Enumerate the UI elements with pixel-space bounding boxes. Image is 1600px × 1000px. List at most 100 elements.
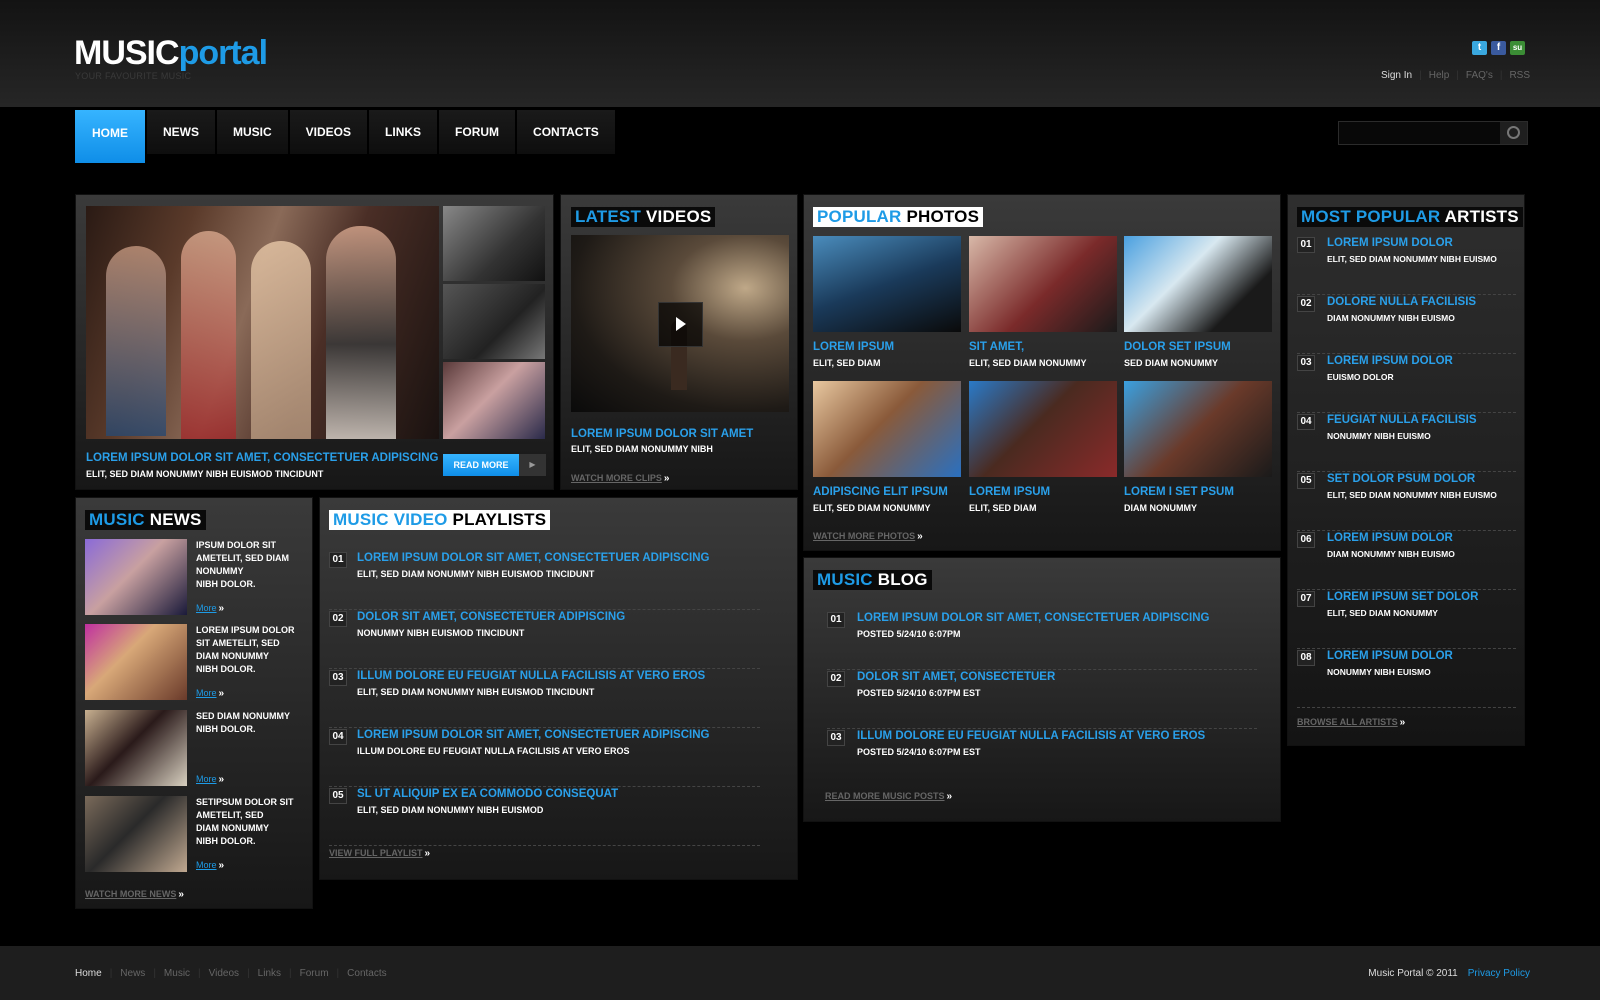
footer-forum-link[interactable]: Forum xyxy=(300,968,329,979)
news-more-link[interactable]: More xyxy=(196,688,217,698)
nav-forum[interactable]: FORUM xyxy=(439,110,518,154)
rss-link[interactable]: RSS xyxy=(1509,70,1530,81)
playlist-sub: ELIT, SED DIAM NONUMMY NIBH EUISMOD xyxy=(357,805,544,815)
search-input[interactable] xyxy=(1339,122,1502,144)
faq-link[interactable]: FAQ's xyxy=(1466,70,1493,81)
artist-title[interactable]: LOREM IPSUM DOLOR xyxy=(1327,237,1453,249)
watch-more-clips-link[interactable]: WATCH MORE CLIPS xyxy=(571,473,662,483)
featured-title[interactable]: LOREM IPSUM DOLOR SIT AMET, CONSECTETUER… xyxy=(86,452,438,464)
browse-all-artists-link[interactable]: BROWSE ALL ARTISTS xyxy=(1297,717,1398,727)
photo-4-sub: ELIT, SED DIAM NONUMMY xyxy=(813,503,931,513)
playlist-item[interactable]: 02 DOLOR SIT AMET, CONSECTETUER ADIPISCI… xyxy=(329,611,760,669)
news-more-link[interactable]: More xyxy=(196,774,217,784)
playlist-item[interactable]: 01 LOREM IPSUM DOLOR SIT AMET, CONSECTETU… xyxy=(329,552,760,610)
artist-title[interactable]: SET DOLOR PSUM DOLOR xyxy=(1327,473,1475,485)
photo-2[interactable] xyxy=(969,236,1117,332)
nav-news[interactable]: NEWS xyxy=(147,110,217,154)
blog-item[interactable]: 02 DOLOR SIT AMET, CONSECTETUER POSTED 5/2… xyxy=(827,671,1257,729)
artist-item[interactable]: 06 LOREM IPSUM DOLOR DIAM NONUMMY NIBH EU… xyxy=(1297,531,1516,590)
video-player[interactable] xyxy=(571,235,789,412)
news-more-link[interactable]: More xyxy=(196,860,217,870)
blog-list: 01 LOREM IPSUM DOLOR SIT AMET, CONSECTETU… xyxy=(827,612,1257,788)
playlist-item[interactable]: 04 LOREM IPSUM DOLOR SIT AMET, CONSECTETU… xyxy=(329,729,760,787)
help-link[interactable]: Help xyxy=(1429,70,1450,81)
nav-home[interactable]: HOME xyxy=(75,110,147,163)
blog-title[interactable]: ILLUM DOLORE EU FEUGIAT NULLA FACILISIS … xyxy=(857,730,1205,742)
news-photo-4[interactable] xyxy=(85,796,187,872)
photo-5-title[interactable]: LOREM IPSUM xyxy=(969,486,1050,498)
nav-music[interactable]: MUSIC xyxy=(217,110,290,154)
read-more-button[interactable]: READ MORE ▶ xyxy=(443,454,546,476)
video-subtitle: ELIT, SED DIAM NONUMMY NIBH xyxy=(571,444,713,454)
playlist-title[interactable]: LOREM IPSUM DOLOR SIT AMET, CONSECTETUER… xyxy=(357,729,709,741)
playlist-title[interactable]: DOLOR SIT AMET, CONSECTETUER ADIPISCING xyxy=(357,611,625,623)
top-links: Sign In | Help | FAQ's | RSS xyxy=(1380,70,1530,81)
artist-title[interactable]: LOREM IPSUM DOLOR xyxy=(1327,355,1453,367)
artist-title[interactable]: DOLORE NULLA FACILISIS xyxy=(1327,296,1476,308)
watch-more-photos-link[interactable]: WATCH MORE PHOTOS xyxy=(813,531,915,541)
nav-videos[interactable]: VIDEOS xyxy=(289,110,370,154)
playlists-panel: MUSIC VIDEO PLAYLISTS 01 LOREM IPSUM DOLO… xyxy=(319,497,798,880)
logo[interactable]: MUSICportal xyxy=(74,36,268,70)
photo-4-title[interactable]: ADIPISCING ELIT IPSUM xyxy=(813,486,948,498)
news-photo-1[interactable] xyxy=(85,539,187,615)
thumb-band-color[interactable] xyxy=(443,362,545,439)
photo-6[interactable] xyxy=(1124,381,1272,477)
artist-sub: NONUMMY NIBH EUISMO xyxy=(1327,667,1431,677)
artist-title[interactable]: LOREM IPSUM SET DOLOR xyxy=(1327,591,1478,603)
blog-title[interactable]: LOREM IPSUM DOLOR SIT AMET, CONSECTETUER… xyxy=(857,612,1209,624)
news-more-link[interactable]: More xyxy=(196,603,217,613)
footer-contacts-link[interactable]: Contacts xyxy=(347,968,386,979)
sign-in-link[interactable]: Sign In xyxy=(1381,70,1412,81)
privacy-policy-link[interactable]: Privacy Policy xyxy=(1468,968,1530,979)
artist-title[interactable]: LOREM IPSUM DOLOR xyxy=(1327,650,1453,662)
read-more-posts-link[interactable]: READ MORE MUSIC POSTS xyxy=(825,791,945,801)
nav-links[interactable]: LINKS xyxy=(369,110,440,154)
search-icon[interactable] xyxy=(1500,122,1527,144)
footer-music-link[interactable]: Music xyxy=(164,968,190,979)
photo-3-title[interactable]: DOLOR SET IPSUM xyxy=(1124,341,1231,353)
photo-2-title[interactable]: SIT AMET, xyxy=(969,341,1024,353)
artist-item[interactable]: 03 LOREM IPSUM DOLOR EUISMO DOLOR xyxy=(1297,354,1516,413)
photo-3[interactable] xyxy=(1124,236,1272,332)
video-title[interactable]: LOREM IPSUM DOLOR SIT AMET xyxy=(571,428,753,440)
thumb-band-group[interactable] xyxy=(443,284,545,359)
artist-item[interactable]: 04 FEUGIAT NULLA FACILISIS NONUMMY NIBH EU… xyxy=(1297,413,1516,472)
facebook-icon[interactable]: f xyxy=(1491,41,1506,55)
artist-item[interactable]: 02 DOLORE NULLA FACILISIS DIAM NONUMMY NI… xyxy=(1297,295,1516,354)
artist-title[interactable]: FEUGIAT NULLA FACILISIS xyxy=(1327,414,1477,426)
artist-sub: ELIT, SED DIAM NONUMMY xyxy=(1327,608,1438,618)
footer-links-link[interactable]: Links xyxy=(258,968,281,979)
stumbleupon-icon[interactable]: su xyxy=(1510,41,1525,55)
playlist-title[interactable]: LOREM IPSUM DOLOR SIT AMET, CONSECTETUER… xyxy=(357,552,709,564)
artist-sub: DIAM NONUMMY NIBH EUISMO xyxy=(1327,549,1455,559)
blog-title[interactable]: DOLOR SIT AMET, CONSECTETUER xyxy=(857,671,1055,683)
playlist-title[interactable]: ILLUM DOLORE EU FEUGIAT NULLA FACILISIS … xyxy=(357,670,705,682)
playlist-item[interactable]: 03 ILLUM DOLORE EU FEUGIAT NULLA FACILISI… xyxy=(329,670,760,728)
artist-item[interactable]: 05 SET DOLOR PSUM DOLOR ELIT, SED DIAM NON… xyxy=(1297,472,1516,531)
photo-6-title[interactable]: LOREM I SET PSUM xyxy=(1124,486,1234,498)
blog-item[interactable]: 03 ILLUM DOLORE EU FEUGIAT NULLA FACILISI… xyxy=(827,730,1257,788)
photo-4[interactable] xyxy=(813,381,961,477)
view-full-playlist-link[interactable]: VIEW FULL PLAYLIST xyxy=(329,848,423,858)
photo-1-title[interactable]: LOREM IPSUM xyxy=(813,341,894,353)
nav-contacts[interactable]: CONTACTS xyxy=(517,110,617,154)
news-photo-2[interactable] xyxy=(85,624,187,700)
twitter-icon[interactable]: t xyxy=(1472,41,1487,55)
featured-band-photo[interactable] xyxy=(86,206,439,439)
footer-home-link[interactable]: Home xyxy=(75,968,102,979)
blog-item[interactable]: 01 LOREM IPSUM DOLOR SIT AMET, CONSECTETU… xyxy=(827,612,1257,670)
watch-more-news-link[interactable]: WATCH MORE NEWS xyxy=(85,889,176,899)
artist-item[interactable]: 01 LOREM IPSUM DOLOR ELIT, SED DIAM NONUMM… xyxy=(1297,236,1516,295)
artist-title[interactable]: LOREM IPSUM DOLOR xyxy=(1327,532,1453,544)
footer-videos-link[interactable]: Videos xyxy=(209,968,239,979)
thumb-guitarist[interactable] xyxy=(443,206,545,281)
news-photo-3[interactable] xyxy=(85,710,187,786)
photo-5[interactable] xyxy=(969,381,1117,477)
playlist-item[interactable]: 05 SL UT ALIQUIP EX EA COMMODO CONSEQUAT E… xyxy=(329,788,760,846)
photo-1[interactable] xyxy=(813,236,961,332)
artist-item[interactable]: 07 LOREM IPSUM SET DOLOR ELIT, SED DIAM NO… xyxy=(1297,590,1516,649)
playlist-title[interactable]: SL UT ALIQUIP EX EA COMMODO CONSEQUAT xyxy=(357,788,618,800)
artist-item[interactable]: 08 LOREM IPSUM DOLOR NONUMMY NIBH EUISMO xyxy=(1297,649,1516,708)
footer-news-link[interactable]: News xyxy=(120,968,145,979)
